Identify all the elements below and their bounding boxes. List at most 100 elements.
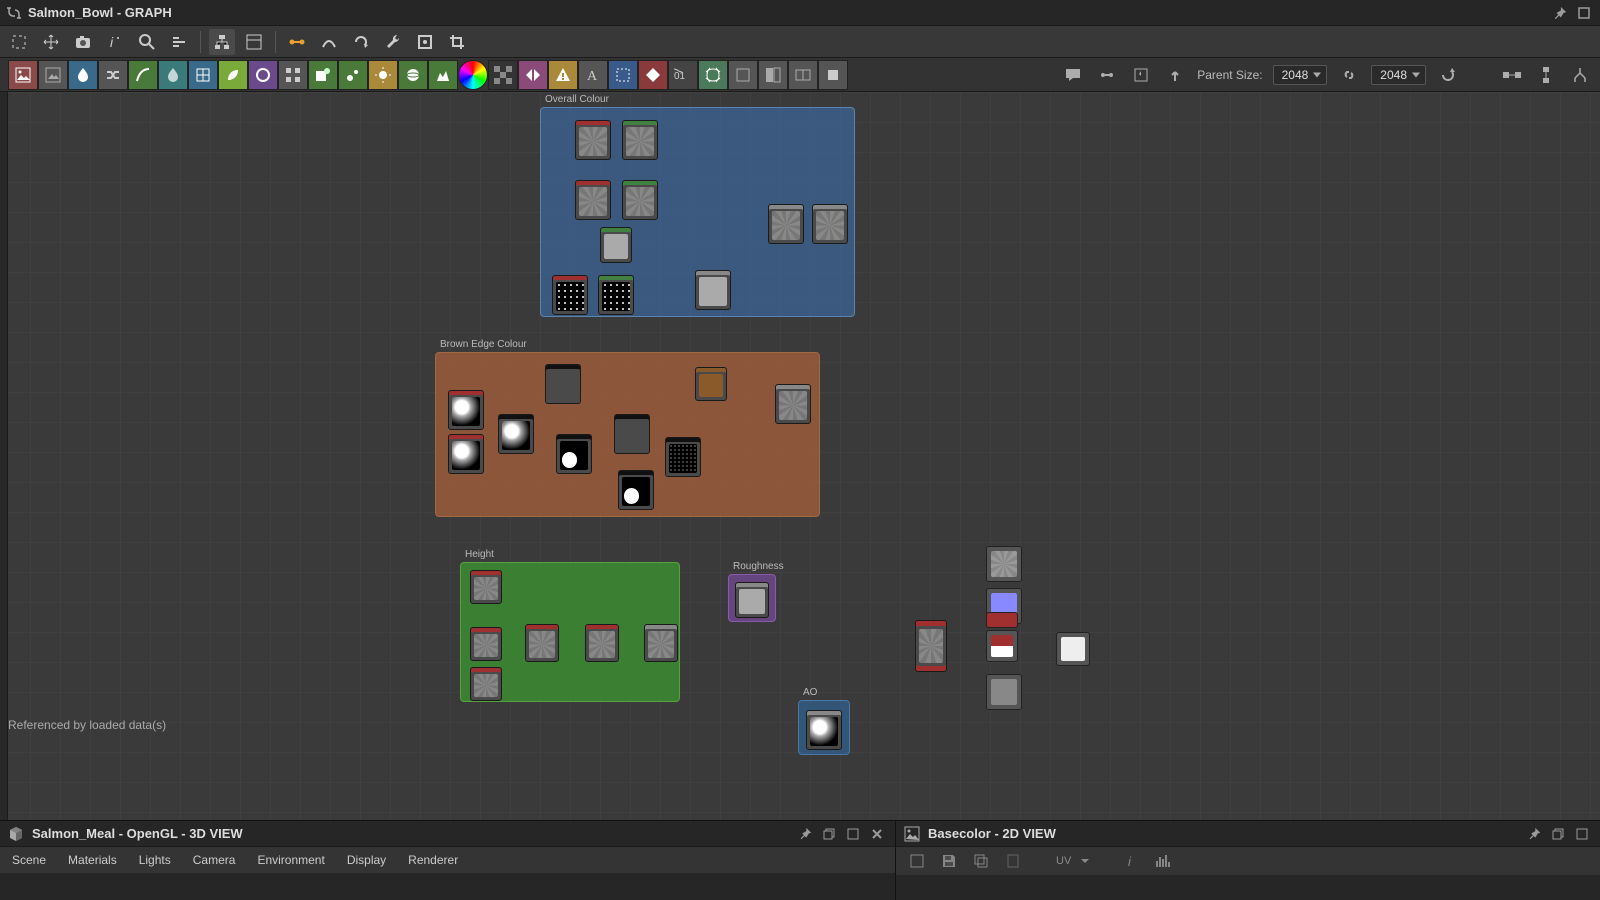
maximize-icon[interactable] (1572, 824, 1592, 844)
node[interactable] (575, 120, 611, 160)
crop-icon[interactable] (444, 29, 470, 55)
node[interactable] (614, 414, 650, 454)
node[interactable] (556, 434, 592, 474)
atom-checker-icon[interactable] (488, 60, 518, 90)
hierarchy-icon[interactable] (209, 29, 235, 55)
node[interactable] (600, 227, 632, 263)
export-icon[interactable] (1163, 63, 1187, 87)
node[interactable] (552, 275, 588, 315)
output-roughness[interactable] (986, 630, 1018, 662)
atom-mesh-icon[interactable] (698, 60, 728, 90)
layout-icon[interactable] (1534, 63, 1558, 87)
atom-mirror-icon[interactable] (518, 60, 548, 90)
atom-bounds-icon[interactable] (608, 60, 638, 90)
panel-icon[interactable] (241, 29, 267, 55)
node-material[interactable] (915, 620, 947, 672)
atom-add-icon[interactable] (308, 60, 338, 90)
copy-icon[interactable] (970, 850, 992, 872)
atom-gradient-lin-icon[interactable] (158, 60, 188, 90)
info-icon[interactable]: i (102, 29, 128, 55)
reset-icon[interactable] (1436, 63, 1460, 87)
atom-grid-icon[interactable] (188, 60, 218, 90)
node[interactable] (448, 390, 484, 430)
histogram-icon[interactable] (1153, 850, 1175, 872)
node[interactable] (622, 120, 658, 160)
close-icon[interactable] (867, 824, 887, 844)
align-icon[interactable] (166, 29, 192, 55)
info2-icon[interactable]: i (1121, 850, 1143, 872)
atom-diamond-icon[interactable] (638, 60, 668, 90)
focus-tool-icon[interactable] (6, 29, 32, 55)
wrench-icon[interactable] (380, 29, 406, 55)
atom-curve-icon[interactable] (128, 60, 158, 90)
node[interactable] (575, 180, 611, 220)
paste-icon[interactable] (1002, 850, 1024, 872)
menu-materials[interactable]: Materials (68, 853, 117, 867)
atom-box4-icon[interactable] (818, 60, 848, 90)
restore-icon[interactable] (819, 824, 839, 844)
menu-renderer[interactable]: Renderer (408, 853, 458, 867)
node[interactable] (470, 667, 502, 701)
restore-icon[interactable] (1548, 824, 1568, 844)
atom-tiles-icon[interactable] (278, 60, 308, 90)
nodes-icon[interactable] (1500, 63, 1524, 87)
menu-lights[interactable]: Lights (139, 853, 171, 867)
link-icon[interactable] (1337, 63, 1361, 87)
node[interactable] (812, 204, 848, 244)
node[interactable] (585, 624, 619, 662)
atom-sphere-icon[interactable] (398, 60, 428, 90)
move-tool-icon[interactable] (38, 29, 64, 55)
atom-warning-icon[interactable] (548, 60, 578, 90)
search-icon[interactable] (134, 29, 160, 55)
atom-box2-icon[interactable] (758, 60, 788, 90)
chevron-down-icon[interactable] (1081, 857, 1089, 865)
save-icon[interactable] (938, 850, 960, 872)
menu-scene[interactable]: Scene (12, 853, 46, 867)
output-metallic[interactable] (986, 612, 1018, 628)
node[interactable] (806, 710, 842, 750)
atom-box1-icon[interactable] (728, 60, 758, 90)
frame-icon[interactable] (412, 29, 438, 55)
pin-icon[interactable] (1524, 824, 1544, 844)
node[interactable] (525, 624, 559, 662)
menu-environment[interactable]: Environment (257, 853, 324, 867)
node[interactable] (598, 275, 634, 315)
node[interactable] (695, 367, 727, 401)
graph-canvas[interactable]: Overall Colour Brown Edge Colour Height (0, 92, 1600, 820)
pin-icon[interactable] (795, 824, 815, 844)
node[interactable] (735, 582, 769, 618)
atom-sun-icon[interactable] (368, 60, 398, 90)
pin-icon[interactable] (1550, 3, 1570, 23)
output-preview[interactable] (1056, 632, 1090, 666)
node[interactable] (498, 414, 534, 454)
atom-blend-icon[interactable] (68, 60, 98, 90)
parent-width-select[interactable]: 2048 (1273, 65, 1328, 85)
menu-display[interactable]: Display (347, 853, 386, 867)
atom-circle-icon[interactable] (248, 60, 278, 90)
atom-svg-icon[interactable] (38, 60, 68, 90)
node[interactable] (665, 437, 701, 477)
node[interactable] (618, 470, 654, 510)
pin2-icon[interactable] (1095, 63, 1119, 87)
maximize-icon[interactable] (1574, 3, 1594, 23)
arrange-icon[interactable] (1568, 63, 1592, 87)
output-height[interactable] (986, 674, 1022, 710)
output-basecolor[interactable] (986, 546, 1022, 582)
new-icon[interactable] (906, 850, 928, 872)
node[interactable] (695, 270, 731, 310)
node[interactable] (448, 434, 484, 474)
connector-icon[interactable] (284, 29, 310, 55)
camera-icon[interactable] (70, 29, 96, 55)
node[interactable] (768, 204, 804, 244)
atom-box3-icon[interactable] (788, 60, 818, 90)
comment-icon[interactable] (1061, 63, 1085, 87)
refresh-icon[interactable] (348, 29, 374, 55)
menu-camera[interactable]: Camera (193, 853, 236, 867)
parent-height-select[interactable]: 2048 (1371, 65, 1426, 85)
atom-hue-icon[interactable] (458, 60, 488, 90)
curve-icon[interactable] (316, 29, 342, 55)
import-icon[interactable] (1129, 63, 1153, 87)
atom-01-icon[interactable]: 01 (668, 60, 698, 90)
node[interactable] (622, 180, 658, 220)
atom-text-icon[interactable]: A (578, 60, 608, 90)
